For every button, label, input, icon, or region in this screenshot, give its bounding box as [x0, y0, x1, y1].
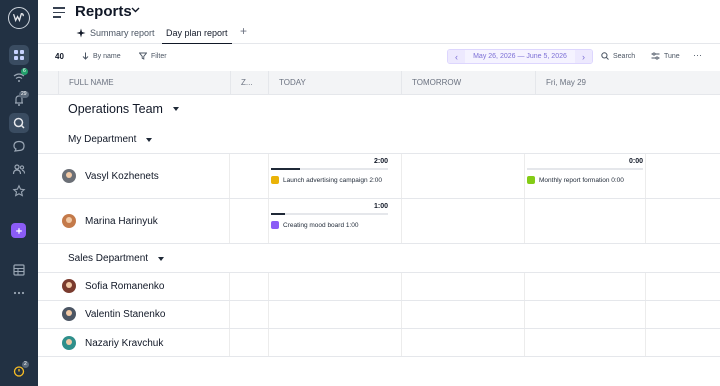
- date-range-label: May 26, 2026 — June 5, 2026: [465, 50, 575, 63]
- plan-time: 0:00: [628, 158, 643, 165]
- person[interactable]: Valentin Stanenko: [62, 307, 165, 321]
- tab-day-plan-report[interactable]: Day plan report: [162, 22, 232, 44]
- fri-plan[interactable]: 0:00 Monthly report formation 0:00: [527, 156, 643, 196]
- people-icon[interactable]: [10, 160, 28, 178]
- today-plan[interactable]: 1:00 Creating mood board 1:00: [271, 201, 388, 241]
- task-icon: [271, 176, 279, 184]
- toolbar: 40 By name Filter ‹ May 26, 2026 — June …: [38, 44, 720, 71]
- more-icon[interactable]: [10, 284, 28, 302]
- avatar: [62, 214, 76, 228]
- task-item[interactable]: Launch advertising campaign 2:00: [271, 176, 382, 184]
- chat-icon[interactable]: [10, 137, 28, 155]
- add-tab-icon[interactable]: +: [240, 24, 247, 38]
- table-row[interactable]: Valentin Stanenko: [38, 300, 720, 328]
- filter-button[interactable]: Filter: [139, 52, 167, 60]
- table-row[interactable]: Marina Harinyuk 1:00 Creating mood board…: [38, 198, 720, 243]
- logo-icon: [13, 13, 24, 23]
- sidebar: 6 29 2: [0, 0, 38, 386]
- avatar: [62, 307, 76, 321]
- table-icon[interactable]: [10, 261, 28, 279]
- more-options-icon[interactable]: ···: [693, 50, 702, 60]
- col-tomorrow[interactable]: TOMORROW: [401, 71, 535, 95]
- task-label: Launch advertising campaign 2:00: [283, 176, 383, 184]
- col-fri-may-29[interactable]: Fri, May 29: [535, 71, 720, 95]
- person-name: Marina Harinyuk: [85, 215, 158, 227]
- tab-label: Summary report: [90, 28, 155, 38]
- group-name: Sales Department: [68, 253, 149, 264]
- per-page-count[interactable]: 40: [55, 52, 64, 61]
- group-name: My Department: [68, 134, 137, 145]
- search-icon: [601, 52, 609, 60]
- tab-label: Day plan report: [166, 27, 228, 38]
- next-period-icon[interactable]: ›: [575, 50, 592, 63]
- arrow-down-icon: [82, 52, 89, 60]
- col-today[interactable]: TODAY: [268, 71, 401, 95]
- star-icon[interactable]: [10, 182, 28, 200]
- person[interactable]: Marina Harinyuk: [62, 214, 158, 228]
- group-title[interactable]: Sales Department: [68, 253, 165, 264]
- task-item[interactable]: Monthly report formation 0:00: [527, 176, 624, 184]
- tab-summary-report[interactable]: Summary report: [76, 22, 155, 44]
- person-name: Valentin Stanenko: [85, 308, 166, 320]
- date-range-picker[interactable]: ‹ May 26, 2026 — June 5, 2026 ›: [447, 49, 593, 64]
- task-icon: [527, 176, 535, 184]
- plan-progress: [271, 213, 388, 215]
- tune-button[interactable]: Tune: [651, 52, 680, 60]
- plan-progress: [527, 168, 643, 170]
- plan-time: 2:00: [373, 158, 388, 165]
- sort-label: By name: [93, 52, 121, 60]
- plan-time: 1:00: [373, 203, 388, 210]
- plan-progress: [271, 168, 388, 170]
- person[interactable]: Vasyl Kozhenets: [62, 169, 159, 183]
- table-row[interactable]: Vasyl Kozhenets 2:00 Launch advertising …: [38, 153, 720, 198]
- prev-period-icon[interactable]: ‹: [448, 50, 465, 63]
- search-button[interactable]: Search: [601, 52, 635, 60]
- filter-label: Filter: [151, 52, 167, 60]
- caret-down-icon: [172, 107, 179, 111]
- team-name: Operations Team: [68, 102, 163, 116]
- search-label: Search: [613, 52, 636, 60]
- reports-icon[interactable]: [9, 113, 29, 133]
- caret-down-icon: [158, 256, 165, 261]
- task-label: Monthly report formation 0:00: [539, 176, 624, 184]
- page-header: Reports Summary report Day plan report +: [38, 0, 720, 44]
- group-title[interactable]: My Department: [68, 134, 153, 145]
- table-header: FULL NAME Z... TODAY TOMORROW Fri, May 2…: [38, 71, 720, 95]
- col-full-name[interactable]: FULL NAME: [58, 71, 230, 95]
- app-logo[interactable]: [8, 7, 30, 29]
- avatar: [62, 336, 76, 350]
- add-icon[interactable]: [11, 223, 26, 238]
- menu-icon[interactable]: [53, 7, 65, 18]
- page-title[interactable]: Reports: [75, 3, 132, 20]
- table-row[interactable]: Nazariy Kravchuk: [38, 328, 720, 357]
- col-z[interactable]: Z...: [230, 71, 268, 95]
- avatar: [62, 169, 76, 183]
- caret-down-icon: [146, 137, 153, 142]
- dashboard-icon[interactable]: [9, 45, 29, 65]
- alerts-badge: 29: [19, 91, 29, 98]
- person[interactable]: Nazariy Kravchuk: [62, 336, 163, 350]
- today-plan[interactable]: 2:00 Launch advertising campaign 2:00: [271, 156, 388, 196]
- person-name: Nazariy Kravchuk: [85, 337, 164, 349]
- table-row[interactable]: Sofia Romanenko: [38, 272, 720, 300]
- person-name: Vasyl Kozhenets: [85, 170, 159, 182]
- tune-label: Tune: [664, 52, 680, 60]
- task-item[interactable]: Creating mood board 1:00: [271, 221, 359, 229]
- notification-badge: 6: [21, 68, 28, 75]
- avatar: [62, 279, 76, 293]
- timer-badge: 2: [22, 361, 29, 368]
- team-title[interactable]: Operations Team: [68, 102, 179, 116]
- sliders-icon: [651, 52, 660, 60]
- person[interactable]: Sofia Romanenko: [62, 279, 165, 293]
- task-icon: [271, 221, 279, 229]
- sort-button[interactable]: By name: [82, 52, 121, 60]
- person-name: Sofia Romanenko: [85, 280, 165, 292]
- sparkle-icon: [76, 28, 86, 38]
- task-label: Creating mood board 1:00: [283, 221, 359, 229]
- chevron-down-icon[interactable]: [131, 7, 140, 13]
- filter-icon: [139, 52, 147, 60]
